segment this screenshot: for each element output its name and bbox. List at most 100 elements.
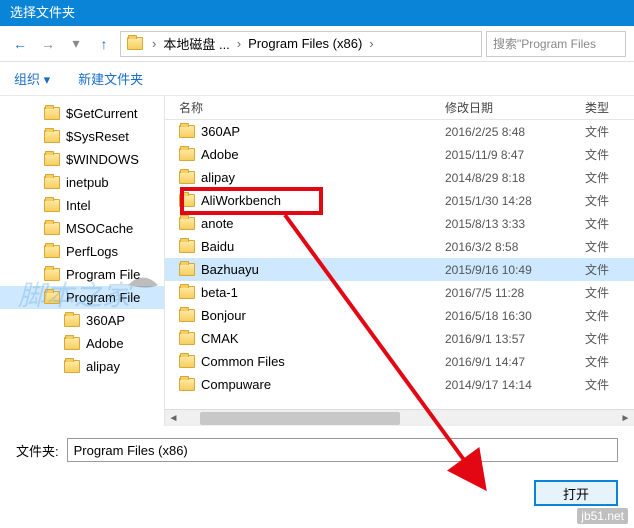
folder-icon [179, 332, 195, 345]
row-date: 2015/8/13 3:33 [445, 217, 585, 231]
row-date: 2014/9/17 14:14 [445, 378, 585, 392]
row-date: 2015/11/9 8:47 [445, 148, 585, 162]
history-dropdown[interactable]: ▾ [64, 32, 88, 56]
row-type: 文件 [585, 146, 634, 163]
tree-item-label: MSOCache [66, 221, 133, 236]
folder-icon [64, 314, 80, 327]
file-list: 名称 修改日期 类型 360AP2016/2/25 8:48文件 Adobe 201… [165, 96, 634, 426]
row-type: 文件 [585, 215, 634, 232]
row-name: AliWorkbench [201, 193, 281, 208]
folder-icon [44, 268, 60, 281]
row-name: beta-1 [201, 285, 238, 300]
folder-icon [44, 153, 60, 166]
tree-item[interactable]: Program File [0, 286, 164, 309]
row-type: 文件 [585, 330, 634, 347]
tree-item-label: Program File [66, 267, 140, 282]
tree-item-label: alipay [86, 359, 120, 374]
row-type: 文件 [585, 192, 634, 209]
table-row[interactable]: alipay2014/8/29 8:18文件 [165, 166, 634, 189]
folder-name-input[interactable] [67, 438, 618, 462]
tree-item[interactable]: inetpub [0, 171, 164, 194]
table-row[interactable]: Bonjour2016/5/18 16:30文件 [165, 304, 634, 327]
row-type: 文件 [585, 376, 634, 393]
tree-item[interactable]: $GetCurrent [0, 102, 164, 125]
row-name: CMAK [201, 331, 239, 346]
tree-item[interactable]: MSOCache [0, 217, 164, 240]
table-row[interactable]: AliWorkbench 2015/1/30 14:28文件 [165, 189, 634, 212]
up-button[interactable]: ↑ [92, 32, 116, 56]
folder-icon [179, 263, 195, 276]
folder-icon [44, 199, 60, 212]
tree-item[interactable]: Intel [0, 194, 164, 217]
row-date: 2016/5/18 16:30 [445, 309, 585, 323]
row-type: 文件 [585, 123, 634, 140]
folder-icon [44, 130, 60, 143]
table-row[interactable]: Bazhuayu2015/9/16 10:49文件 [165, 258, 634, 281]
tree-item[interactable]: PerfLogs [0, 240, 164, 263]
search-placeholder: 搜索"Program Files [493, 35, 596, 52]
folder-icon [44, 245, 60, 258]
toolbar: 组织 ▾ 新建文件夹 [0, 62, 634, 96]
folder-field-label: 文件夹: [16, 441, 59, 460]
tree-item[interactable]: $WINDOWS [0, 148, 164, 171]
dialog-footer: 文件夹: 打开 [0, 426, 634, 506]
tree-item-label: Program File [66, 290, 140, 305]
scroll-left-icon[interactable]: ◄ [165, 413, 182, 424]
row-name: Compuware [201, 377, 271, 392]
folder-icon [179, 355, 195, 368]
folder-tree[interactable]: $GetCurrent $SysReset $WINDOWS inetpub Intel… [0, 96, 165, 426]
table-row[interactable]: Baidu2016/3/2 8:58文件 [165, 235, 634, 258]
forward-button[interactable]: → [36, 32, 60, 56]
table-row[interactable]: anote2015/8/13 3:33文件 [165, 212, 634, 235]
folder-icon [64, 360, 80, 373]
open-button[interactable]: 打开 [534, 480, 618, 506]
row-name: 360AP [201, 124, 240, 139]
address-bar[interactable]: › 本地磁盘 ... › Program Files (x86) › [120, 31, 482, 57]
tree-item-label: Intel [66, 198, 91, 213]
folder-icon [179, 125, 195, 138]
tree-item-label: $SysReset [66, 129, 129, 144]
back-button[interactable]: ← [8, 32, 32, 56]
row-date: 2015/1/30 14:28 [445, 194, 585, 208]
row-type: 文件 [585, 307, 634, 324]
tree-item-label: inetpub [66, 175, 109, 190]
row-name: Common Files [201, 354, 285, 369]
table-row[interactable]: 360AP2016/2/25 8:48文件 [165, 120, 634, 143]
folder-icon [179, 171, 195, 184]
table-row[interactable]: CMAK2016/9/1 13:57文件 [165, 327, 634, 350]
table-row[interactable]: Compuware 2014/9/17 14:14文件 [165, 373, 634, 396]
tree-item[interactable]: Adobe [0, 332, 164, 355]
column-date[interactable]: 修改日期 [445, 99, 585, 116]
file-rows: 360AP2016/2/25 8:48文件 Adobe 2015/11/9 8:47… [165, 120, 634, 409]
search-input[interactable]: 搜索"Program Files [486, 31, 626, 57]
folder-icon [179, 194, 195, 207]
folder-icon [179, 217, 195, 230]
column-type[interactable]: 类型 [585, 99, 634, 116]
folder-icon [44, 176, 60, 189]
folder-icon [127, 37, 143, 50]
folder-icon [179, 286, 195, 299]
table-row[interactable]: beta-12016/7/5 11:28文件 [165, 281, 634, 304]
scrollbar-thumb[interactable] [200, 412, 400, 425]
chevron-right-icon: › [234, 36, 244, 51]
row-type: 文件 [585, 284, 634, 301]
scroll-right-icon[interactable]: ► [617, 413, 634, 424]
table-row[interactable]: Adobe 2015/11/9 8:47文件 [165, 143, 634, 166]
table-row[interactable]: Common Files2016/9/1 14:47文件 [165, 350, 634, 373]
row-name: Adobe [201, 147, 239, 162]
chevron-right-icon: › [149, 36, 159, 51]
tree-item[interactable]: 360AP [0, 309, 164, 332]
breadcrumb-item[interactable]: Program Files (x86) [244, 36, 366, 51]
row-type: 文件 [585, 169, 634, 186]
column-name[interactable]: 名称 [165, 99, 445, 116]
tree-item[interactable]: $SysReset [0, 125, 164, 148]
tree-item[interactable]: Program File [0, 263, 164, 286]
tree-item[interactable]: alipay [0, 355, 164, 378]
breadcrumb-item[interactable]: 本地磁盘 ... [159, 34, 233, 53]
organize-menu[interactable]: 组织 ▾ [14, 69, 50, 88]
new-folder-button[interactable]: 新建文件夹 [78, 69, 143, 88]
row-type: 文件 [585, 238, 634, 255]
tree-item-label: Adobe [86, 336, 124, 351]
watermark-text: jb51.net [577, 508, 628, 524]
horizontal-scrollbar[interactable]: ◄ ► [165, 409, 634, 426]
